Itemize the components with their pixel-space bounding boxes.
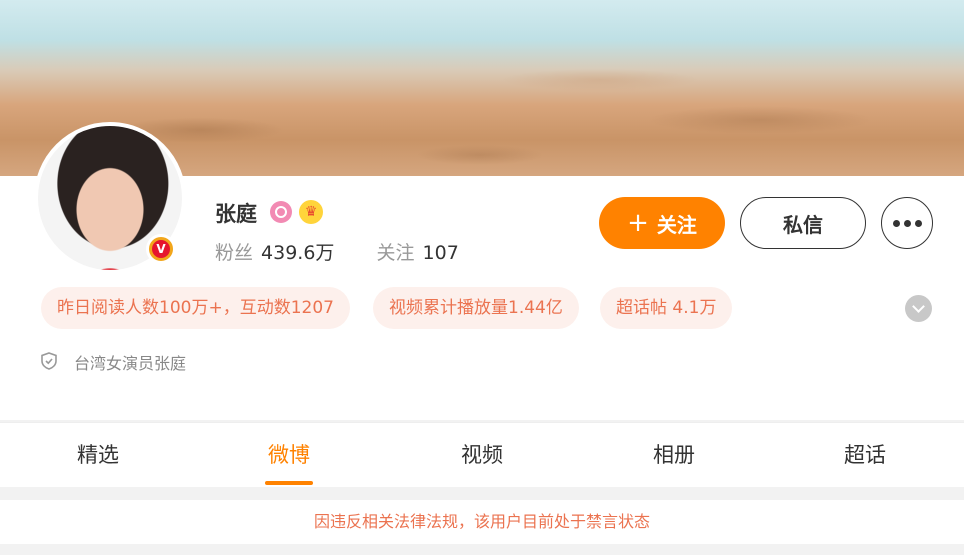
tag-video-plays[interactable]: 视频累计播放量1.44亿 bbox=[373, 287, 579, 329]
tab-weibo[interactable]: 微博 bbox=[193, 423, 385, 487]
tab-album[interactable]: 相册 bbox=[578, 423, 770, 487]
follow-label: 关注 bbox=[656, 212, 697, 237]
tab-label: 视频 bbox=[461, 443, 503, 467]
tab-label: 相册 bbox=[653, 443, 695, 467]
message-button[interactable]: 私信 bbox=[740, 197, 866, 249]
fans-stat[interactable]: 粉丝 439.6万 bbox=[215, 242, 340, 264]
tag-supertopic-posts[interactable]: 超话帖 4.1万 bbox=[600, 287, 733, 329]
profile-stats: 粉丝 439.6万 关注 107 bbox=[215, 238, 459, 265]
more-dot-icon bbox=[903, 219, 911, 227]
level-icon[interactable] bbox=[270, 201, 292, 223]
tab-label: 精选 bbox=[77, 443, 119, 467]
tab-supertopic[interactable]: 超话 bbox=[769, 423, 961, 487]
following-label: 关注 bbox=[376, 242, 415, 264]
crown-icon[interactable]: ♛ bbox=[299, 200, 323, 224]
active-tab-indicator bbox=[265, 481, 313, 485]
more-dot-icon bbox=[914, 219, 922, 227]
tag-read-stats[interactable]: 昨日阅读人数100万+，互动数1207 bbox=[41, 287, 350, 329]
verified-badge-icon: V bbox=[146, 234, 176, 264]
following-count: 107 bbox=[422, 242, 459, 264]
follow-button[interactable]: + 关注 bbox=[599, 197, 725, 249]
more-dot-icon bbox=[892, 219, 900, 227]
more-options-button[interactable] bbox=[881, 197, 933, 249]
message-label: 私信 bbox=[783, 212, 823, 237]
fans-count: 439.6万 bbox=[261, 242, 335, 264]
shield-icon bbox=[41, 352, 57, 370]
tab-label: 超话 bbox=[844, 443, 886, 467]
fans-label: 粉丝 bbox=[215, 242, 254, 264]
mute-notice: 因违反相关法律法规，该用户目前处于禁言状态 bbox=[0, 500, 964, 544]
tab-bar: 精选 微博 视频 相册 超话 bbox=[0, 422, 964, 487]
tab-featured[interactable]: 精选 bbox=[2, 423, 194, 487]
tab-video[interactable]: 视频 bbox=[386, 423, 578, 487]
plus-icon: + bbox=[627, 208, 649, 238]
profile-name: 张庭 bbox=[215, 202, 257, 226]
profile-description: 台湾女演员张庭 bbox=[74, 354, 187, 373]
verified-mark: V bbox=[152, 240, 170, 258]
following-stat[interactable]: 关注 107 bbox=[377, 242, 459, 264]
expand-chevron-icon[interactable] bbox=[905, 295, 932, 322]
tab-label: 微博 bbox=[268, 443, 310, 467]
